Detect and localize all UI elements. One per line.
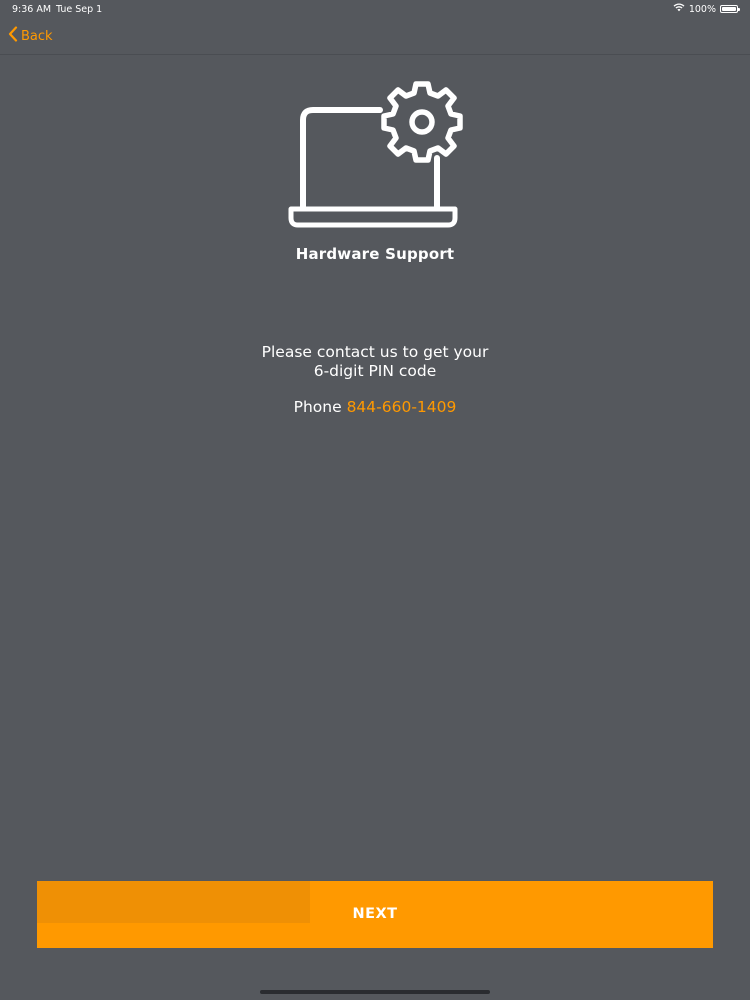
- phone-label: Phone: [293, 398, 342, 416]
- back-label: Back: [21, 28, 53, 44]
- instruction-line-2: 6-digit PIN code: [313, 362, 437, 380]
- battery-percent: 100%: [688, 3, 716, 15]
- instruction-text: Please contact us to get your 6-digit PI…: [0, 343, 750, 381]
- page-title: Hardware Support: [295, 245, 455, 263]
- battery-icon: [720, 5, 740, 13]
- phone-number-link[interactable]: 844-660-1409: [347, 398, 457, 416]
- instruction-line-1: Please contact us to get your: [261, 343, 489, 361]
- next-button-label: NEXT: [352, 906, 398, 922]
- status-date: Tue Sep 1: [56, 4, 103, 15]
- chevron-left-icon: [8, 26, 18, 46]
- phone-line: Phone 844-660-1409: [0, 398, 750, 416]
- next-button[interactable]: NEXT: [37, 881, 713, 948]
- back-button[interactable]: Back: [8, 26, 53, 46]
- home-indicator: [260, 990, 490, 994]
- wifi-icon: [673, 3, 685, 15]
- navigation-bar: Back: [0, 18, 750, 55]
- laptop-gear-icon: [285, 78, 465, 233]
- status-time: 9:36 AM: [12, 4, 52, 15]
- status-indicators: 100%: [673, 3, 740, 15]
- status-bar: 9:36 AM Tue Sep 1 100%: [0, 0, 750, 18]
